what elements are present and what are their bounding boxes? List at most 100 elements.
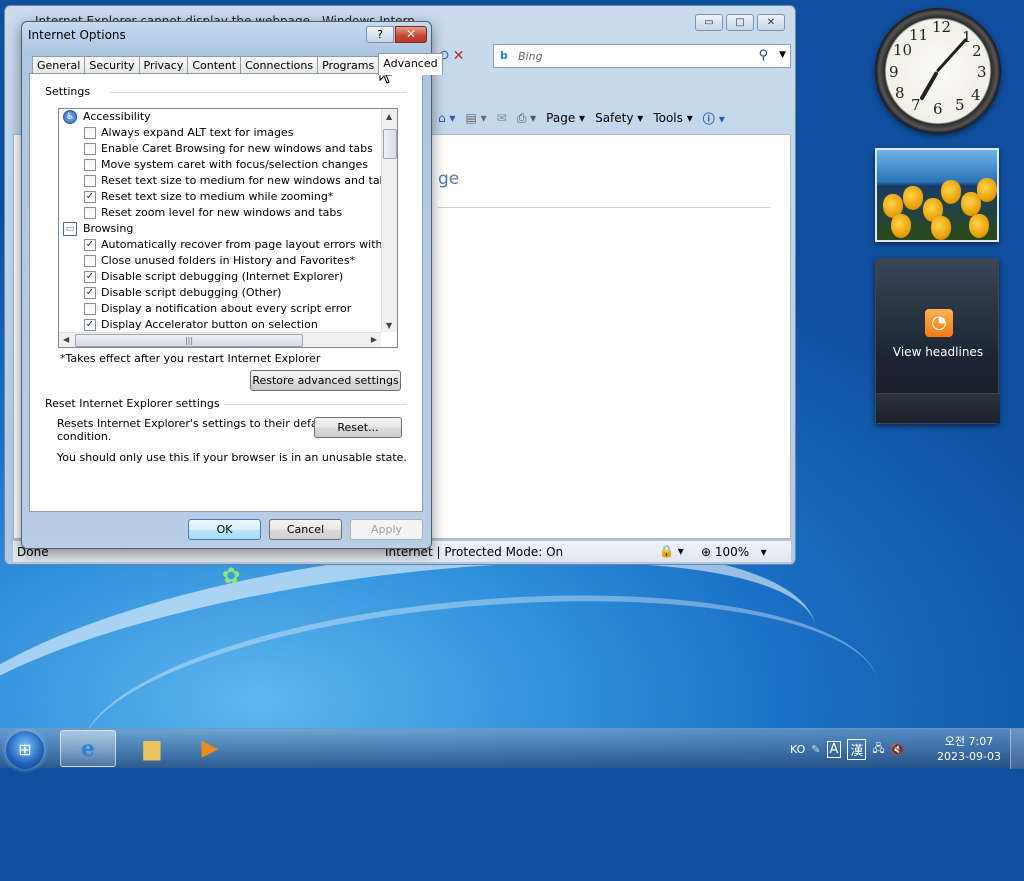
settings-category[interactable]: ♿ Accessibility xyxy=(59,109,381,125)
option-checkbox[interactable] xyxy=(84,143,96,155)
zoom-level[interactable]: ⊕ 100% ▾ xyxy=(701,545,767,559)
slideshow-gadget[interactable] xyxy=(875,148,999,242)
scroll-right-icon[interactable]: ▶ xyxy=(371,335,377,344)
settings-option[interactable]: Move system caret with focus/selection c… xyxy=(59,157,381,173)
stop-icon[interactable]: ✕ xyxy=(453,48,465,64)
page-divider xyxy=(438,207,770,208)
scroll-left-icon[interactable]: ◀ xyxy=(63,335,69,344)
settings-option[interactable]: Enable Caret Browsing for new windows an… xyxy=(59,141,381,157)
print-icon[interactable]: ⎙ ▾ xyxy=(517,111,536,126)
internet-options-dialog[interactable]: Internet Options ? ✕ General Security Pr… xyxy=(21,21,443,549)
settings-option[interactable]: ✓ Disable script debugging (Internet Expl… xyxy=(59,269,381,285)
ok-button[interactable]: OK xyxy=(188,519,261,540)
advanced-panel: Settings ♿ Accessibility Always expand ALT… xyxy=(29,73,423,512)
option-checkbox[interactable]: ✓ xyxy=(84,239,96,251)
safety-menu-label: Safety xyxy=(595,111,634,125)
tulip-image xyxy=(891,214,911,238)
clock-numeral: 11 xyxy=(909,26,929,44)
taskbar-clock[interactable]: 오전 7:07 2023-09-03 xyxy=(936,734,1002,764)
option-checkbox[interactable] xyxy=(84,207,96,219)
rss-icon: ◔ xyxy=(925,309,953,337)
page-menu[interactable]: Page ▾ xyxy=(546,111,585,125)
apply-button[interactable]: Apply xyxy=(350,519,423,540)
settings-option[interactable]: ✓ Disable script debugging (Other) xyxy=(59,285,381,301)
taskbar-media-player[interactable]: ▶ xyxy=(182,730,238,767)
dialog-help-button[interactable]: ? xyxy=(366,26,394,43)
ime-mode-a[interactable]: A xyxy=(826,740,842,758)
tulip-image xyxy=(941,180,961,204)
view-headlines-link[interactable]: View headlines xyxy=(876,345,1000,359)
taskbar-internet-explorer[interactable]: e xyxy=(60,730,116,767)
settings-option[interactable]: ✓ Reset text size to medium while zooming… xyxy=(59,189,381,205)
settings-row-label: Display Accelerator button on selection xyxy=(101,318,318,331)
taskbar: ⊞ e ▆ ▶ KO ✎ A 漢 🖧 🔇 오전 7:07 2023-09-03 xyxy=(0,728,1024,769)
system-tray: KO ✎ A 漢 🖧 🔇 xyxy=(790,729,904,769)
option-checkbox[interactable] xyxy=(84,255,96,267)
settings-option[interactable]: ✓ Automatically recover from page layout … xyxy=(59,237,381,253)
settings-option[interactable]: ✓ Display Accelerator button on selection xyxy=(59,317,381,332)
option-checkbox[interactable]: ✓ xyxy=(84,271,96,283)
option-checkbox[interactable] xyxy=(84,175,96,187)
vertical-scrollbar[interactable]: ▲ ▼ xyxy=(381,109,397,332)
settings-row-label: Disable script debugging (Other) xyxy=(101,286,282,299)
language-indicator[interactable]: KO xyxy=(790,743,805,756)
feeds-icon[interactable]: ▤ ▾ xyxy=(465,111,486,125)
close-button[interactable]: ✕ xyxy=(757,14,785,31)
settings-row-label: Automatically recover from page layout e… xyxy=(101,238,381,251)
scroll-up-icon[interactable]: ▲ xyxy=(386,112,392,121)
ime-pad-icon[interactable]: ✎ xyxy=(811,743,820,756)
taskbar-time: 오전 7:07 xyxy=(944,735,994,748)
page-heading: ge xyxy=(438,169,460,189)
settings-option[interactable]: Close unused folders in History and Favo… xyxy=(59,253,381,269)
option-checkbox[interactable] xyxy=(84,127,96,139)
clock-numeral: 3 xyxy=(977,63,987,81)
minimize-button[interactable]: ▭ xyxy=(695,14,723,31)
bing-logo-icon: b xyxy=(500,49,508,62)
help-icon[interactable]: ⓘ ▾ xyxy=(703,110,725,127)
scroll-down-icon[interactable]: ▼ xyxy=(386,321,392,330)
volume-muted-icon[interactable]: 🔇 xyxy=(891,743,905,756)
settings-option[interactable]: Always expand ALT text for images xyxy=(59,125,381,141)
feed-headlines-gadget[interactable]: ◔ View headlines xyxy=(875,258,1000,424)
clock-gadget[interactable]: 12 1 2 3 4 5 6 7 8 9 10 11 xyxy=(875,8,1001,134)
reset-description-1: Resets Internet Explorer's settings to t… xyxy=(57,417,332,430)
restore-advanced-settings-button[interactable]: Restore advanced settings xyxy=(250,370,401,391)
settings-option[interactable]: Display a notification about every scrip… xyxy=(59,301,381,317)
option-checkbox[interactable] xyxy=(84,303,96,315)
protected-mode-icon[interactable]: 🔒 ▾ xyxy=(659,544,684,558)
tulip-image xyxy=(903,186,923,210)
settings-row-label: Reset text size to medium while zooming* xyxy=(101,190,334,203)
settings-group-line xyxy=(110,92,406,93)
option-checkbox[interactable]: ✓ xyxy=(84,319,96,331)
tools-menu-label: Tools xyxy=(653,111,683,125)
cancel-button[interactable]: Cancel xyxy=(269,519,342,540)
search-dropdown-icon[interactable]: ▼ xyxy=(779,50,786,60)
option-checkbox[interactable]: ✓ xyxy=(84,287,96,299)
horizontal-scrollbar[interactable]: ◀ ||| ▶ xyxy=(59,332,381,347)
vertical-scroll-thumb[interactable] xyxy=(383,129,397,159)
option-checkbox[interactable]: ✓ xyxy=(84,191,96,203)
settings-option[interactable]: Reset text size to medium for new window… xyxy=(59,173,381,189)
network-icon[interactable]: 🖧 xyxy=(872,740,884,759)
search-icon[interactable]: ⚲ xyxy=(758,48,768,63)
maximize-button[interactable]: □ xyxy=(726,14,754,31)
taskbar-explorer[interactable]: ▆ xyxy=(124,730,180,767)
horizontal-scroll-thumb[interactable]: ||| xyxy=(75,334,303,347)
start-button[interactable]: ⊞ xyxy=(6,731,44,769)
show-desktop-button[interactable] xyxy=(1010,729,1024,769)
safety-menu[interactable]: Safety ▾ xyxy=(595,111,643,125)
search-box[interactable]: b Bing ⚲ ▼ xyxy=(493,44,791,68)
tab-advanced[interactable]: Advanced xyxy=(378,53,443,75)
dialog-close-button[interactable]: ✕ xyxy=(395,26,427,43)
settings-category[interactable]: ▭ Browsing xyxy=(59,221,381,237)
ime-hanja[interactable]: 漢 xyxy=(847,738,867,760)
reset-button[interactable]: Reset... xyxy=(314,417,402,438)
home-icon[interactable]: ⌂ ▾ xyxy=(438,111,455,125)
reset-group-label: Reset Internet Explorer settings xyxy=(45,397,224,410)
mail-icon[interactable]: ✉ xyxy=(497,111,507,125)
folder-icon: ▆ xyxy=(143,736,161,761)
settings-option[interactable]: Reset zoom level for new windows and tab… xyxy=(59,205,381,221)
option-checkbox[interactable] xyxy=(84,159,96,171)
tools-menu[interactable]: Tools ▾ xyxy=(653,111,692,125)
advanced-settings-tree[interactable]: ♿ Accessibility Always expand ALT text for… xyxy=(58,108,398,348)
